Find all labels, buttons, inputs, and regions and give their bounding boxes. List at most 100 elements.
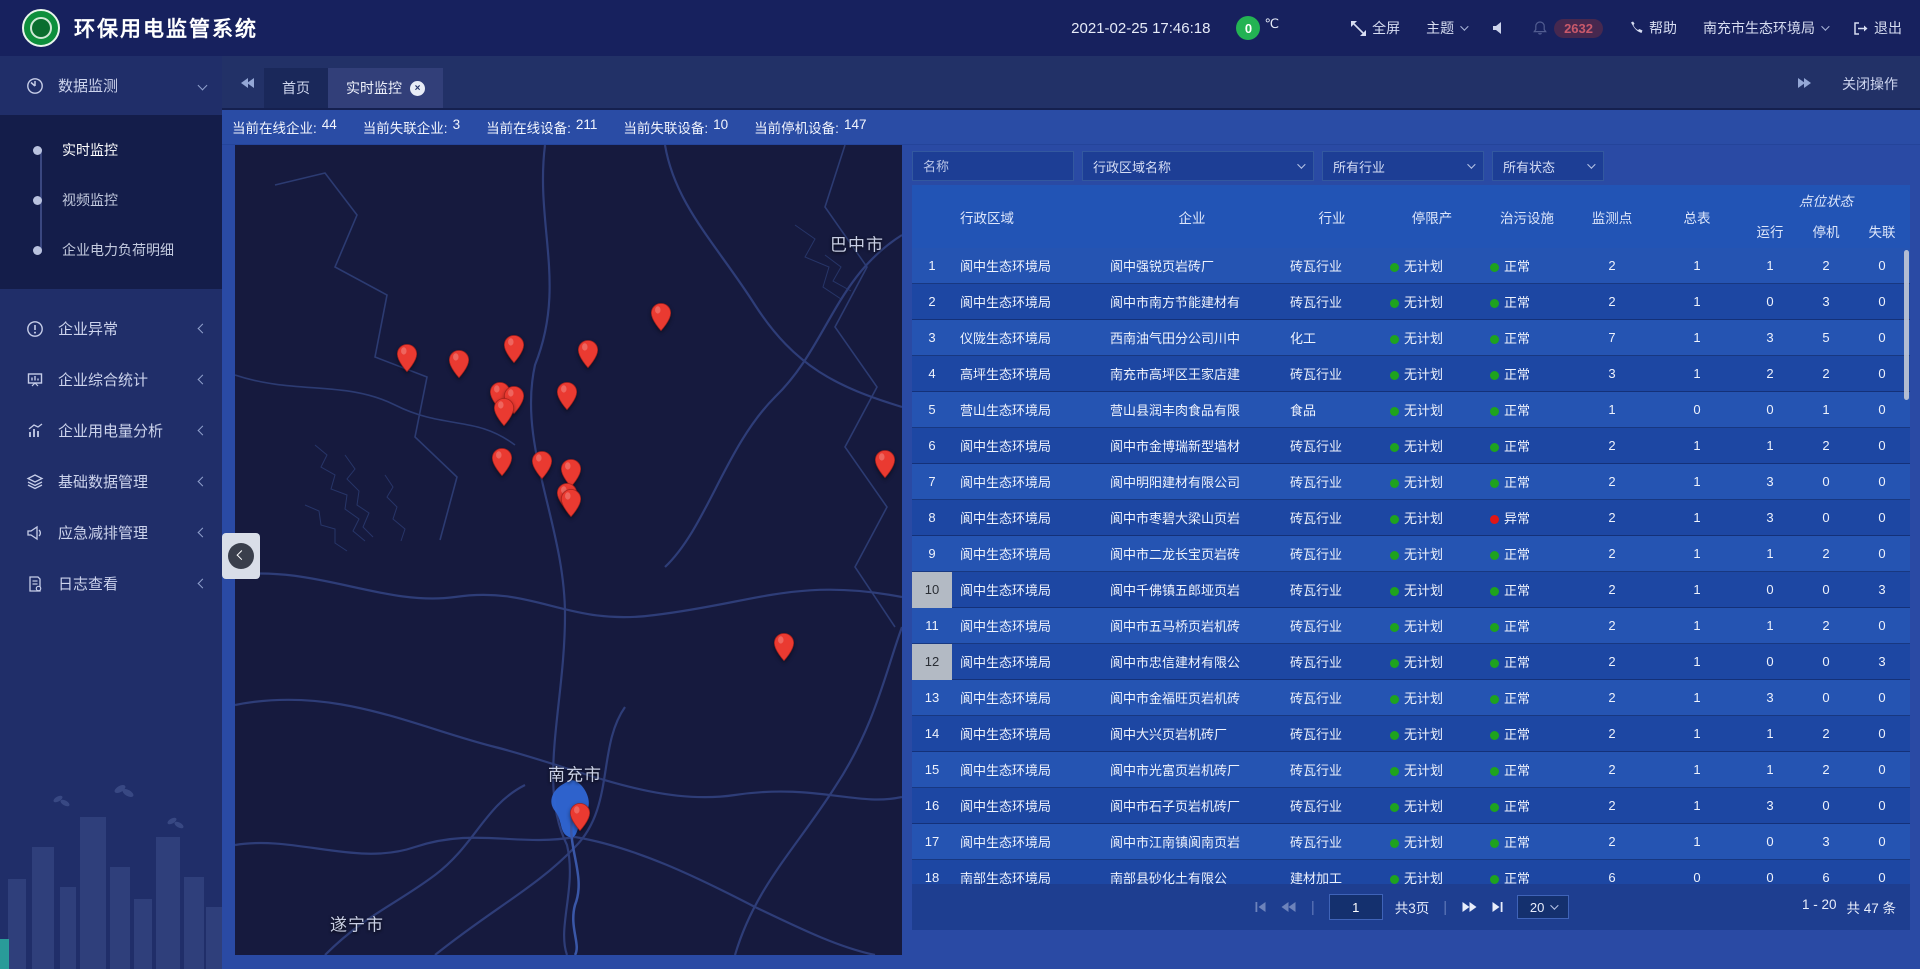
table-row[interactable]: 6 阆中生态环境局 阆中市金博瑞新型墙材 砖瓦行业 无计划 正常 2 1 1 2… (912, 428, 1910, 464)
close-operations-button[interactable]: 关闭操作 (1820, 74, 1904, 108)
table-row[interactable]: 12 阆中生态环境局 阆中市忠信建材有限公 砖瓦行业 无计划 正常 2 1 0 … (912, 644, 1910, 680)
mute-button[interactable] (1492, 21, 1506, 35)
sidebar-item-power-usage-analysis[interactable]: 企业用电量分析 (0, 405, 222, 456)
status-dot (1390, 587, 1399, 596)
map-marker-pin[interactable] (396, 343, 418, 378)
table-row[interactable]: 4 高坪生态环境局 南充市高坪区王家店建 砖瓦行业 无计划 正常 3 1 2 2… (912, 356, 1910, 392)
cell-points: 2 (1572, 546, 1652, 561)
map-marker-pin[interactable] (773, 632, 795, 667)
table-row[interactable]: 8 阆中生态环境局 阆中市枣碧大梁山页岩 砖瓦行业 无计划 异常 2 1 3 0… (912, 500, 1910, 536)
table-row[interactable]: 2 阆中生态环境局 阆中市南方节能建材有 砖瓦行业 无计划 正常 2 1 0 3… (912, 284, 1910, 320)
status-dot (1490, 515, 1499, 524)
prev-page-button[interactable] (1280, 900, 1297, 914)
cell-stopped: 2 (1798, 438, 1854, 453)
stat-label: 当前停机设备: (754, 117, 839, 137)
bullet-icon (33, 146, 42, 155)
sidebar-item-emergency-reduction[interactable]: 应急减排管理 (0, 507, 222, 558)
status-dot (1390, 659, 1399, 668)
table-row[interactable]: 13 阆中生态环境局 阆中市金福旺页岩机砖 砖瓦行业 无计划 正常 2 1 3 … (912, 680, 1910, 716)
table-row[interactable]: 10 阆中生态环境局 阆中千佛镇五郎垭页岩 砖瓦行业 无计划 正常 2 1 0 … (912, 572, 1910, 608)
map-marker-pin[interactable] (556, 381, 578, 416)
table-row[interactable]: 7 阆中生态环境局 阆中明阳建材有限公司 砖瓦行业 无计划 正常 2 1 3 0… (912, 464, 1910, 500)
tab-home[interactable]: 首页 (264, 68, 328, 108)
name-filter-input[interactable] (912, 151, 1074, 181)
help-button[interactable]: 帮助 (1629, 18, 1677, 38)
tabs-scroll-right-button[interactable] (1788, 76, 1820, 108)
industry-filter-select[interactable]: 所有行业 (1322, 151, 1484, 181)
logout-button[interactable]: 退出 (1853, 18, 1902, 38)
cell-running: 2 (1742, 366, 1798, 381)
chevron-down-icon (198, 81, 208, 91)
stat-value: 147 (844, 117, 867, 137)
sidebar-item-data-monitoring[interactable]: 数据监测 (0, 56, 222, 115)
status-dot (1490, 803, 1499, 812)
first-page-button[interactable] (1253, 900, 1268, 914)
org-dropdown[interactable]: 南充市生态环境局 (1703, 18, 1827, 38)
sidebar-item-power-load-detail[interactable]: 企业电力负荷明细 (0, 225, 222, 275)
table-row[interactable]: 5 营山生态环境局 营山县润丰肉食品有限 食品 无计划 正常 1 0 0 1 0 (912, 392, 1910, 428)
sidebar-item-base-data-management[interactable]: 基础数据管理 (0, 456, 222, 507)
row-index: 9 (912, 536, 952, 572)
table-row[interactable]: 16 阆中生态环境局 阆中市石子页岩机砖厂 砖瓦行业 无计划 正常 2 1 3 … (912, 788, 1910, 824)
page-number-input[interactable] (1329, 894, 1383, 920)
sidebar-collapse-button[interactable] (222, 533, 260, 579)
sidebar-item-enterprise-statistics[interactable]: 企业综合统计 (0, 354, 222, 405)
cell-meters: 1 (1652, 438, 1742, 453)
sidebar-item-enterprise-anomaly[interactable]: 企业异常 (0, 303, 222, 354)
cell-region: 阆中生态环境局 (952, 724, 1102, 743)
column-header-limit: 停限产 (1382, 185, 1482, 248)
sidebar-item-label: 企业异常 (58, 318, 185, 339)
map-marker-pin[interactable] (448, 349, 470, 384)
tab-realtime-monitoring[interactable]: 实时监控 × (328, 68, 443, 108)
status-dot (1390, 551, 1399, 560)
theme-dropdown[interactable]: 主题 (1426, 18, 1466, 38)
map-marker-pin[interactable] (491, 447, 513, 482)
tab-close-icon[interactable]: × (410, 81, 425, 96)
cell-running: 1 (1742, 618, 1798, 633)
map-marker-pin[interactable] (560, 488, 582, 523)
log-document-icon (26, 575, 44, 593)
fullscreen-button[interactable]: 全屏 (1351, 18, 1400, 38)
map-marker-pin[interactable] (493, 397, 515, 432)
map-panel[interactable]: 巴中市南充市遂宁市 (235, 145, 902, 955)
last-page-button[interactable] (1490, 900, 1505, 914)
next-page-button[interactable] (1461, 900, 1478, 914)
table-row[interactable]: 14 阆中生态环境局 阆中大兴页岩机砖厂 砖瓦行业 无计划 正常 2 1 1 2… (912, 716, 1910, 752)
tabs-scroll-left-button[interactable] (232, 76, 264, 108)
table-row[interactable]: 11 阆中生态环境局 阆中市五马桥页岩机砖 砖瓦行业 无计划 正常 2 1 1 … (912, 608, 1910, 644)
column-header-running: 运行 (1742, 214, 1798, 248)
cell-meters: 1 (1652, 690, 1742, 705)
stat-item: 当前在线企业:44 (232, 117, 337, 137)
page-size-select[interactable]: 20 (1517, 895, 1569, 919)
region-filter-select[interactable]: 行政区域名称 (1082, 151, 1314, 181)
table-row[interactable]: 9 阆中生态环境局 阆中市二龙长宝页岩砖 砖瓦行业 无计划 正常 2 1 1 2… (912, 536, 1910, 572)
cell-company: 阆中市金福旺页岩机砖 (1102, 688, 1282, 707)
map-marker-pin[interactable] (650, 302, 672, 337)
table-row[interactable]: 17 阆中生态环境局 阆中市江南镇阆南页岩 砖瓦行业 无计划 正常 2 1 0 … (912, 824, 1910, 860)
notifications[interactable]: 2632 (1532, 19, 1603, 38)
row-index: 4 (912, 356, 952, 392)
map-marker-pin[interactable] (531, 450, 553, 485)
cell-limit: 无计划 (1382, 760, 1482, 779)
table-scrollbar-thumb[interactable] (1904, 250, 1909, 400)
map-marker-pin[interactable] (503, 334, 525, 369)
cell-region: 阆中生态环境局 (952, 652, 1102, 671)
table-row[interactable]: 15 阆中生态环境局 阆中市光富页岩机砖厂 砖瓦行业 无计划 正常 2 1 1 … (912, 752, 1910, 788)
column-group-label: 点位状态 (1742, 185, 1910, 214)
table-row[interactable]: 1 阆中生态环境局 阆中强锐页岩砖厂 砖瓦行业 无计划 正常 2 1 1 2 0 (912, 248, 1910, 284)
cell-industry: 食品 (1282, 400, 1382, 419)
cell-facility: 正常 (1482, 580, 1572, 599)
map-marker-pin[interactable] (874, 449, 896, 484)
sidebar-item-realtime-monitoring[interactable]: 实时监控 (0, 125, 222, 175)
table-row[interactable]: 18 南部生态环境局 南部县砂化土有限公 建材加工 无计划 正常 6 0 0 6… (912, 860, 1910, 884)
app-title: 环保用电监管系统 (74, 13, 258, 43)
map-marker-pin[interactable] (569, 802, 591, 837)
cell-industry: 砖瓦行业 (1282, 652, 1382, 671)
theme-label: 主题 (1426, 18, 1454, 38)
sidebar-item-video-monitoring[interactable]: 视频监控 (0, 175, 222, 225)
sidebar-item-log-view[interactable]: 日志查看 (0, 558, 222, 609)
table-row[interactable]: 3 仪陇生态环境局 西南油气田分公司川中 化工 无计划 正常 7 1 3 5 0 (912, 320, 1910, 356)
status-filter-select[interactable]: 所有状态 (1492, 151, 1604, 181)
map-marker-pin[interactable] (577, 339, 599, 374)
phone-icon (1629, 21, 1643, 35)
